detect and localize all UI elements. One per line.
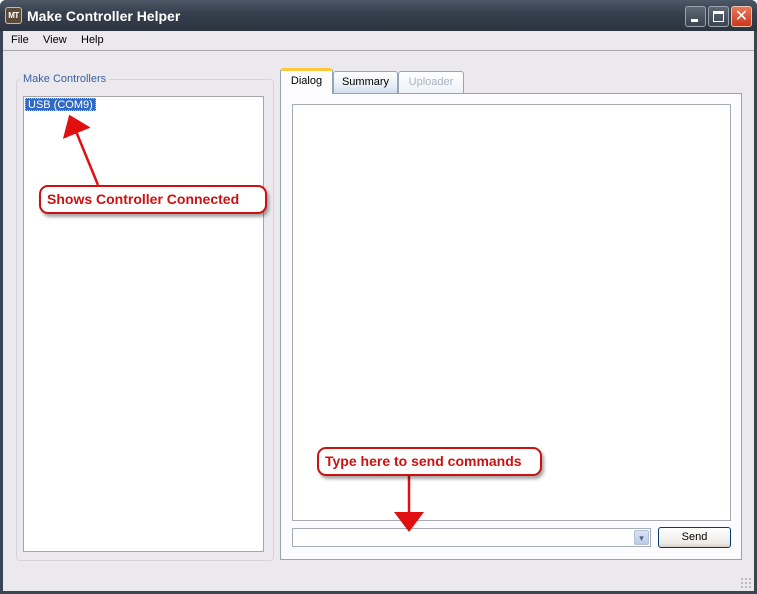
- app-window: MT Make Controller Helper ✕ File View He…: [0, 0, 757, 594]
- annotation-controller-connected: Shows Controller Connected: [39, 185, 267, 214]
- menu-file[interactable]: File: [11, 34, 29, 46]
- maximize-button[interactable]: [708, 6, 729, 27]
- send-button[interactable]: Send: [658, 527, 731, 548]
- maximize-icon: [713, 11, 724, 22]
- minimize-button[interactable]: [685, 6, 706, 27]
- minimize-icon: [691, 19, 698, 22]
- tab-dialog[interactable]: Dialog: [280, 68, 333, 94]
- menu-bar: File View Help: [3, 31, 754, 51]
- close-button[interactable]: ✕: [731, 6, 752, 27]
- list-item[interactable]: USB (COM9): [25, 98, 96, 111]
- menu-help[interactable]: Help: [81, 34, 104, 46]
- tab-summary[interactable]: Summary: [333, 71, 398, 93]
- tab-uploader[interactable]: Uploader: [398, 71, 464, 93]
- menu-view[interactable]: View: [43, 34, 67, 46]
- window-title: Make Controller Helper: [27, 8, 181, 24]
- annotation-send-commands: Type here to send commands: [317, 447, 542, 476]
- title-bar[interactable]: MT Make Controller Helper ✕: [0, 0, 757, 31]
- group-label: Make Controllers: [20, 73, 110, 85]
- resize-grip[interactable]: [740, 577, 752, 589]
- dialog-tab-panel: ▾ Send: [280, 93, 742, 560]
- command-input[interactable]: ▾: [292, 528, 651, 547]
- close-icon: ✕: [734, 8, 749, 25]
- controllers-list[interactable]: USB (COM9): [23, 96, 264, 552]
- chevron-down-icon[interactable]: ▾: [634, 530, 649, 545]
- app-logo-icon: MT: [5, 7, 22, 24]
- client-area: File View Help Make Controllers USB (COM…: [3, 31, 754, 591]
